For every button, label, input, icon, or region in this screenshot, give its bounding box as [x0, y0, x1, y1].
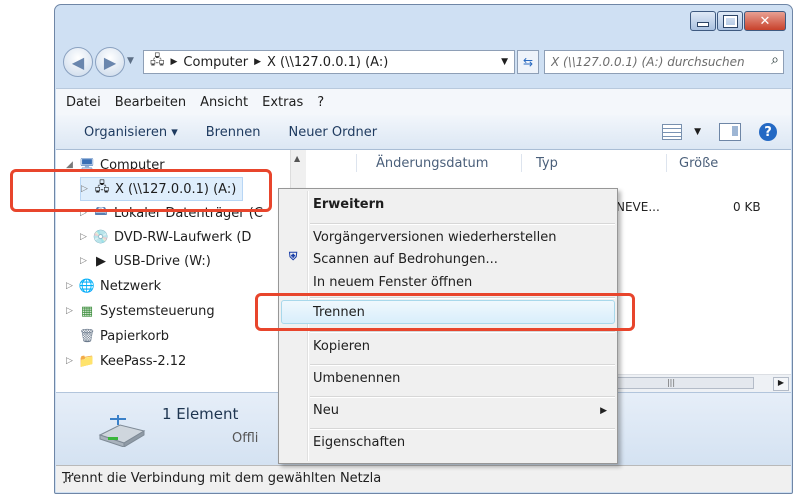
breadcrumb-separator-icon[interactable]: ▶	[171, 57, 178, 67]
column-header-date[interactable]: Änderungsdatum	[376, 150, 488, 176]
shield-icon: ⛨	[289, 250, 298, 263]
network-icon: 🌐	[78, 278, 96, 294]
menu-file[interactable]: Datei	[66, 95, 101, 110]
submenu-arrow-icon: ▶	[600, 406, 607, 416]
close-button[interactable]: ✕	[744, 11, 786, 31]
status-bar: Trennt die Verbindung mit dem gewählten …	[56, 465, 791, 492]
tree-item-label: Netzwerk	[100, 278, 162, 294]
breadcrumb-drive[interactable]: X (\\127.0.0.1) (A:)	[267, 55, 388, 70]
collapsed-arrow-icon[interactable]: ▷	[66, 281, 78, 291]
history-dropdown-icon[interactable]: ▼	[127, 56, 134, 66]
resize-grip-icon[interactable]: ⋰	[62, 471, 788, 490]
menu-separator	[310, 223, 615, 225]
collapsed-arrow-icon[interactable]: ▷	[66, 356, 78, 366]
burn-button[interactable]: Brennen	[206, 125, 261, 140]
menu-bar: Datei Bearbeiten Ansicht Extras ?	[56, 88, 791, 116]
breadcrumb-computer[interactable]: Computer	[183, 55, 248, 70]
menu-view[interactable]: Ansicht	[200, 95, 248, 110]
tree-item-label: USB-Drive (W:)	[114, 253, 211, 269]
menu-item-scan-threats[interactable]: Scannen auf Bedrohungen...	[313, 252, 498, 267]
help-icon[interactable]: ?	[759, 123, 777, 141]
menu-item-properties[interactable]: Eigenschaften	[313, 435, 405, 450]
back-button[interactable]: ◀	[63, 47, 93, 77]
tree-item-network[interactable]: ▷ 🌐 Netzwerk	[66, 275, 161, 297]
menu-separator	[310, 331, 615, 333]
menu-item-open-new-window[interactable]: In neuem Fenster öffnen	[313, 275, 472, 290]
dvd-drive-icon: 💿	[92, 229, 110, 245]
maximize-icon	[722, 14, 738, 28]
offline-status: Offli	[232, 431, 259, 446]
menu-separator	[310, 428, 615, 430]
highlight-box-disconnect	[255, 293, 635, 331]
refresh-button[interactable]: ⇆	[517, 50, 539, 74]
command-bar: Organisieren ▾ Brennen Neuer Ordner ▼ ?	[56, 115, 791, 150]
forward-arrow-icon: ▶	[103, 52, 117, 72]
menu-separator	[310, 396, 615, 398]
menu-item-expand[interactable]: Erweitern	[313, 197, 384, 212]
search-placeholder: X (\\127.0.0.1) (A:) durchsuchen	[551, 55, 745, 69]
tree-item-control-panel[interactable]: ▷ ▦ Systemsteuerung	[66, 300, 215, 322]
address-bar[interactable]: 🖧 ▶ Computer ▶ X (\\127.0.0.1) (A:) ▼	[143, 50, 515, 74]
back-arrow-icon: ◀	[71, 52, 85, 72]
refresh-icon: ⇆	[522, 55, 534, 69]
network-drive-large-icon	[98, 415, 146, 447]
minimize-icon	[697, 21, 709, 27]
close-icon: ✕	[759, 13, 771, 29]
menu-item-new[interactable]: Neu	[313, 403, 339, 418]
highlight-box-drive	[10, 169, 272, 212]
usb-drive-icon: ▶	[96, 253, 106, 269]
view-dropdown-icon[interactable]: ▼	[694, 127, 701, 137]
view-options-icon[interactable]	[662, 124, 683, 140]
new-folder-button[interactable]: Neuer Ordner	[288, 125, 377, 140]
preview-pane-icon[interactable]	[719, 123, 741, 141]
minimize-button[interactable]	[690, 11, 716, 31]
tree-item-recycle-bin[interactable]: 🗑 Papierkorb	[78, 325, 169, 347]
tree-item-label: Systemsteuerung	[100, 303, 215, 319]
menu-separator	[310, 364, 615, 366]
address-dropdown-icon[interactable]: ▼	[501, 57, 508, 67]
tree-item-label: DVD-RW-Laufwerk (D	[114, 229, 252, 245]
column-header-type[interactable]: Typ	[536, 150, 558, 176]
collapsed-arrow-icon[interactable]: ▷	[80, 256, 92, 266]
tree-item-usb-drive[interactable]: ▷ ▶ USB-Drive (W:)	[80, 250, 211, 272]
collapsed-arrow-icon[interactable]: ▷	[80, 232, 92, 242]
network-drive-icon: 🖧	[150, 53, 165, 68]
menu-tools[interactable]: Extras	[262, 95, 303, 110]
breadcrumb-separator-icon[interactable]: ▶	[254, 57, 261, 67]
file-type-cell: NEVE...	[616, 200, 660, 214]
menu-item-restore-versions[interactable]: Vorgängerversionen wiederherstellen	[313, 230, 557, 245]
column-separator	[521, 154, 522, 172]
menu-help[interactable]: ?	[317, 95, 324, 110]
tree-item-label: Papierkorb	[100, 328, 170, 344]
tree-item-label: KeePass-2.12	[100, 353, 187, 369]
control-panel-icon: ▦	[80, 303, 94, 319]
item-count: 1 Element	[162, 405, 239, 423]
folder-icon: 📁	[78, 353, 96, 369]
search-input[interactable]: X (\\127.0.0.1) (A:) durchsuchen ⌕	[544, 50, 784, 74]
scroll-up-icon[interactable]: ▲	[294, 154, 300, 163]
column-separator	[356, 154, 357, 172]
scroll-right-icon[interactable]: ▶	[773, 377, 789, 391]
column-separator	[666, 154, 667, 172]
tree-item-dvd-drive[interactable]: ▷ 💿 DVD-RW-Laufwerk (D	[80, 226, 251, 248]
menu-item-copy[interactable]: Kopieren	[313, 339, 370, 354]
search-icon[interactable]: ⌕	[771, 52, 779, 68]
organize-button[interactable]: Organisieren ▾	[84, 125, 178, 140]
address-row: ◀ ▶ ▼ 🖧 ▶ Computer ▶ X (\\127.0.0.1) (A:…	[61, 45, 785, 79]
caption-buttons: ✕	[689, 11, 786, 31]
collapsed-arrow-icon[interactable]: ▷	[66, 306, 78, 316]
column-header-size[interactable]: Größe	[679, 150, 718, 176]
maximize-button[interactable]	[717, 11, 743, 31]
menu-edit[interactable]: Bearbeiten	[115, 95, 186, 110]
menu-item-rename[interactable]: Umbenennen	[313, 371, 400, 386]
tree-item-keepass[interactable]: ▷ 📁 KeePass-2.12	[66, 350, 186, 372]
file-size-cell: 0 KB	[733, 200, 761, 214]
recycle-bin-icon: 🗑	[78, 328, 96, 344]
forward-button[interactable]: ▶	[95, 47, 125, 77]
